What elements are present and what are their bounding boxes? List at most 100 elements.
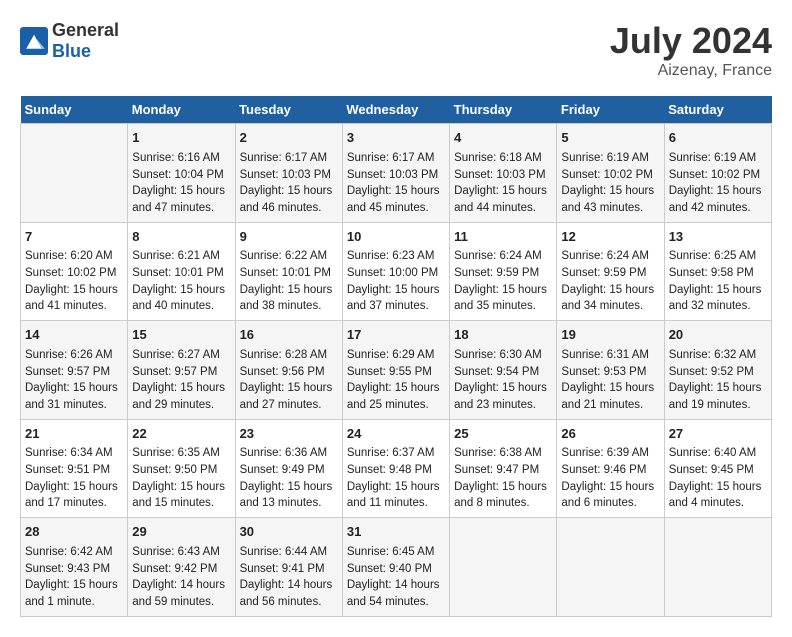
cell-content: Sunset: 9:59 PM xyxy=(561,265,659,282)
calendar-cell: 13Sunrise: 6:25 AMSunset: 9:58 PMDayligh… xyxy=(664,222,771,321)
day-number: 12 xyxy=(561,228,659,247)
day-number: 4 xyxy=(454,129,552,148)
cell-content: Daylight: 15 hours xyxy=(240,380,338,397)
cell-content: Sunset: 9:43 PM xyxy=(25,561,123,578)
cell-content: and 32 minutes. xyxy=(669,298,767,315)
cell-content: and 44 minutes. xyxy=(454,200,552,217)
cell-content: Sunset: 9:45 PM xyxy=(669,462,767,479)
cell-content: Daylight: 15 hours xyxy=(669,380,767,397)
calendar-cell: 6Sunrise: 6:19 AMSunset: 10:02 PMDayligh… xyxy=(664,124,771,223)
cell-content: Sunrise: 6:17 AM xyxy=(347,150,445,167)
logo-icon xyxy=(20,27,48,55)
cell-content: Sunrise: 6:26 AM xyxy=(25,347,123,364)
calendar-cell: 11Sunrise: 6:24 AMSunset: 9:59 PMDayligh… xyxy=(450,222,557,321)
cell-content: Daylight: 15 hours xyxy=(347,479,445,496)
day-number: 14 xyxy=(25,326,123,345)
cell-content: Sunset: 10:03 PM xyxy=(347,167,445,184)
logo: General Blue xyxy=(20,20,119,62)
cell-content: Sunrise: 6:19 AM xyxy=(561,150,659,167)
cell-content: Sunset: 9:46 PM xyxy=(561,462,659,479)
calendar-cell: 19Sunrise: 6:31 AMSunset: 9:53 PMDayligh… xyxy=(557,321,664,420)
cell-content: and 27 minutes. xyxy=(240,397,338,414)
calendar-cell: 17Sunrise: 6:29 AMSunset: 9:55 PMDayligh… xyxy=(342,321,449,420)
cell-content: Sunset: 9:58 PM xyxy=(669,265,767,282)
cell-content: Sunset: 9:40 PM xyxy=(347,561,445,578)
week-row-5: 28Sunrise: 6:42 AMSunset: 9:43 PMDayligh… xyxy=(21,518,772,617)
cell-content: and 45 minutes. xyxy=(347,200,445,217)
day-number: 16 xyxy=(240,326,338,345)
page-header: General Blue July 2024 Aizenay, France xyxy=(20,20,772,80)
subtitle: Aizenay, France xyxy=(610,62,772,80)
cell-content: Daylight: 15 hours xyxy=(240,282,338,299)
cell-content: Sunset: 9:47 PM xyxy=(454,462,552,479)
cell-content: Daylight: 15 hours xyxy=(240,479,338,496)
cell-content: Daylight: 14 hours xyxy=(132,577,230,594)
day-number: 21 xyxy=(25,425,123,444)
day-number: 7 xyxy=(25,228,123,247)
day-number: 13 xyxy=(669,228,767,247)
cell-content: Daylight: 15 hours xyxy=(561,479,659,496)
cell-content: and 47 minutes. xyxy=(132,200,230,217)
calendar-cell: 30Sunrise: 6:44 AMSunset: 9:41 PMDayligh… xyxy=(235,518,342,617)
day-number: 5 xyxy=(561,129,659,148)
day-number: 28 xyxy=(25,523,123,542)
cell-content: Sunset: 10:02 PM xyxy=(669,167,767,184)
day-number: 27 xyxy=(669,425,767,444)
col-header-saturday: Saturday xyxy=(664,96,771,124)
cell-content: Sunset: 10:01 PM xyxy=(132,265,230,282)
calendar-cell xyxy=(21,124,128,223)
day-number: 23 xyxy=(240,425,338,444)
cell-content: Sunrise: 6:30 AM xyxy=(454,347,552,364)
cell-content: Sunrise: 6:22 AM xyxy=(240,248,338,265)
cell-content: Sunset: 10:02 PM xyxy=(25,265,123,282)
calendar-cell xyxy=(557,518,664,617)
day-number: 3 xyxy=(347,129,445,148)
cell-content: Sunrise: 6:20 AM xyxy=(25,248,123,265)
calendar-cell: 12Sunrise: 6:24 AMSunset: 9:59 PMDayligh… xyxy=(557,222,664,321)
cell-content: and 25 minutes. xyxy=(347,397,445,414)
calendar-cell: 9Sunrise: 6:22 AMSunset: 10:01 PMDayligh… xyxy=(235,222,342,321)
cell-content: and 42 minutes. xyxy=(669,200,767,217)
col-header-wednesday: Wednesday xyxy=(342,96,449,124)
main-title: July 2024 xyxy=(610,20,772,62)
cell-content: and 43 minutes. xyxy=(561,200,659,217)
day-number: 11 xyxy=(454,228,552,247)
cell-content: Sunrise: 6:32 AM xyxy=(669,347,767,364)
calendar-cell: 26Sunrise: 6:39 AMSunset: 9:46 PMDayligh… xyxy=(557,419,664,518)
cell-content: and 4 minutes. xyxy=(669,495,767,512)
calendar-cell: 1Sunrise: 6:16 AMSunset: 10:04 PMDayligh… xyxy=(128,124,235,223)
cell-content: and 31 minutes. xyxy=(25,397,123,414)
cell-content: Sunset: 9:50 PM xyxy=(132,462,230,479)
cell-content: Sunrise: 6:29 AM xyxy=(347,347,445,364)
cell-content: Daylight: 15 hours xyxy=(561,282,659,299)
col-header-friday: Friday xyxy=(557,96,664,124)
col-header-sunday: Sunday xyxy=(21,96,128,124)
cell-content: Daylight: 15 hours xyxy=(561,380,659,397)
cell-content: Sunset: 9:42 PM xyxy=(132,561,230,578)
cell-content: Sunset: 9:49 PM xyxy=(240,462,338,479)
cell-content: and 1 minute. xyxy=(25,594,123,611)
day-number: 1 xyxy=(132,129,230,148)
day-number: 9 xyxy=(240,228,338,247)
day-number: 24 xyxy=(347,425,445,444)
cell-content: Sunset: 9:53 PM xyxy=(561,364,659,381)
cell-content: Daylight: 15 hours xyxy=(25,479,123,496)
day-number: 20 xyxy=(669,326,767,345)
calendar-cell: 10Sunrise: 6:23 AMSunset: 10:00 PMDaylig… xyxy=(342,222,449,321)
cell-content: and 40 minutes. xyxy=(132,298,230,315)
week-row-4: 21Sunrise: 6:34 AMSunset: 9:51 PMDayligh… xyxy=(21,419,772,518)
title-area: July 2024 Aizenay, France xyxy=(610,20,772,80)
cell-content: Sunset: 9:41 PM xyxy=(240,561,338,578)
cell-content: Sunrise: 6:36 AM xyxy=(240,445,338,462)
cell-content: and 35 minutes. xyxy=(454,298,552,315)
calendar-cell: 8Sunrise: 6:21 AMSunset: 10:01 PMDayligh… xyxy=(128,222,235,321)
cell-content: Sunrise: 6:27 AM xyxy=(132,347,230,364)
cell-content: and 56 minutes. xyxy=(240,594,338,611)
cell-content: Sunset: 10:00 PM xyxy=(347,265,445,282)
cell-content: and 38 minutes. xyxy=(240,298,338,315)
cell-content: Sunrise: 6:43 AM xyxy=(132,544,230,561)
cell-content: and 54 minutes. xyxy=(347,594,445,611)
cell-content: Sunset: 9:48 PM xyxy=(347,462,445,479)
day-number: 30 xyxy=(240,523,338,542)
day-number: 22 xyxy=(132,425,230,444)
